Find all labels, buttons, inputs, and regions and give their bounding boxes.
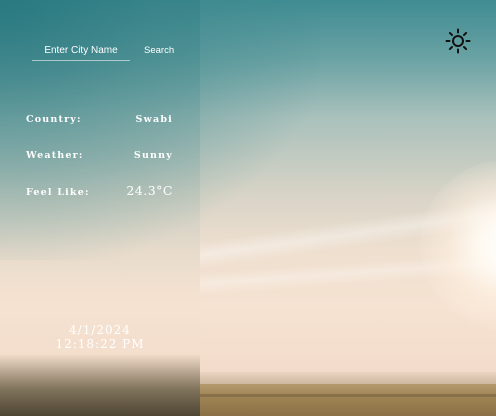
sun-icon [445,28,471,54]
theme-toggle-button[interactable] [445,28,471,54]
search-button[interactable]: Search [144,45,174,56]
feel-like-value: 24.3°C [126,183,173,198]
weather-label: Weather: [26,150,84,161]
weather-panel [0,0,200,416]
time-text: 12:18:22 PM [55,337,145,351]
search-bar: Search [32,40,174,61]
date-text: 4/1/2024 [69,323,131,337]
feel-like-row: Feel Like: 24.3°C [26,183,173,198]
weather-value: Sunny [133,150,173,161]
weather-row: Weather: Sunny [26,150,173,161]
date-time-display: 4/1/2024 12:18:22 PM [0,323,200,351]
country-label: Country: [26,114,82,125]
city-search-input[interactable] [32,40,130,61]
panel-bottom-shade [0,354,200,416]
country-row: Country: Swabi [26,114,173,125]
country-value: Swabi [135,114,173,125]
feel-like-label: Feel Like: [26,187,90,198]
field-ground [200,384,496,416]
